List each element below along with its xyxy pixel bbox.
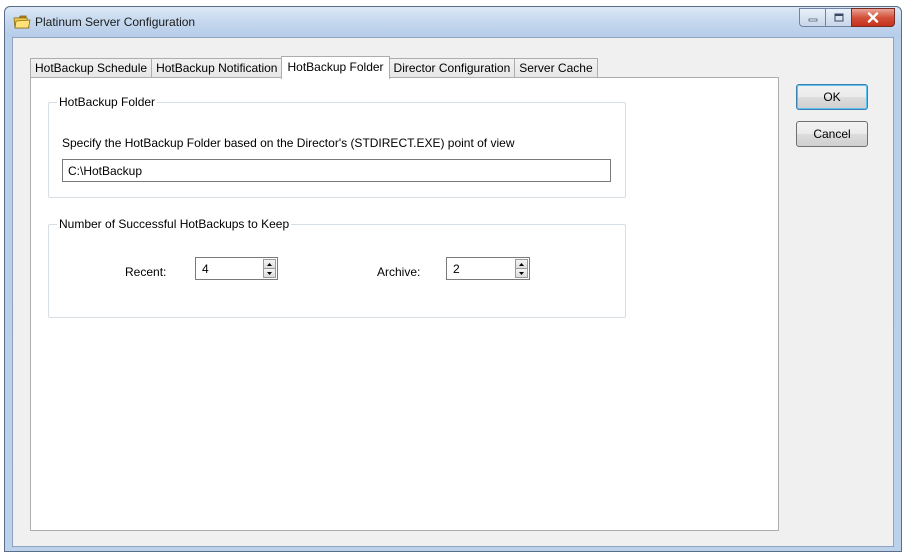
recent-down-button[interactable] (263, 268, 276, 278)
dialog-window: Platinum Server Configuration HotBackup … (4, 6, 902, 552)
arrow-down-icon (519, 271, 524, 275)
recent-value: 4 (202, 262, 209, 276)
tab-hotbackup-folder[interactable]: HotBackup Folder (281, 56, 390, 79)
archive-value: 2 (453, 262, 460, 276)
tab-director-configuration[interactable]: Director Configuration (388, 58, 516, 78)
hotbackup-folder-input[interactable] (62, 159, 611, 182)
cancel-button[interactable]: Cancel (796, 121, 868, 147)
arrow-up-icon (519, 262, 524, 266)
tab-panel-hotbackup-folder: HotBackup Folder Specify the HotBackup F… (30, 77, 779, 531)
backups-to-keep-group: Number of Successful HotBackups to Keep … (48, 217, 626, 318)
tab-strip: HotBackup Schedule HotBackup Notificatio… (30, 56, 598, 79)
tab-server-cache[interactable]: Server Cache (514, 58, 598, 78)
dialog-client-area: HotBackup Schedule HotBackup Notificatio… (12, 37, 894, 547)
maximize-button[interactable] (825, 8, 852, 27)
arrow-up-icon (267, 262, 272, 266)
hotbackup-folder-group: HotBackup Folder Specify the HotBackup F… (48, 95, 626, 198)
folder-description: Specify the HotBackup Folder based on th… (62, 136, 515, 150)
title-bar[interactable]: Platinum Server Configuration (5, 7, 901, 37)
recent-stepper[interactable]: 4 (195, 257, 278, 280)
minimize-button[interactable] (799, 8, 826, 27)
tab-hotbackup-schedule[interactable]: HotBackup Schedule (30, 58, 153, 78)
archive-down-button[interactable] (515, 268, 528, 278)
arrow-down-icon (267, 271, 272, 275)
recent-spin-buttons (263, 259, 276, 278)
minimize-icon (808, 18, 817, 21)
tab-hotbackup-notification[interactable]: HotBackup Notification (151, 58, 283, 78)
folder-icon (13, 15, 31, 29)
group-title: HotBackup Folder (57, 95, 158, 109)
recent-label: Recent: (125, 265, 167, 279)
window-title: Platinum Server Configuration (35, 15, 196, 29)
close-icon (867, 12, 879, 23)
caption-buttons (799, 8, 895, 27)
ok-button[interactable]: OK (796, 84, 868, 110)
maximize-icon (834, 13, 843, 22)
group-title: Number of Successful HotBackups to Keep (57, 217, 292, 231)
archive-spin-buttons (515, 259, 528, 278)
archive-stepper[interactable]: 2 (446, 257, 530, 280)
archive-label: Archive: (377, 265, 421, 279)
close-button[interactable] (851, 8, 895, 27)
